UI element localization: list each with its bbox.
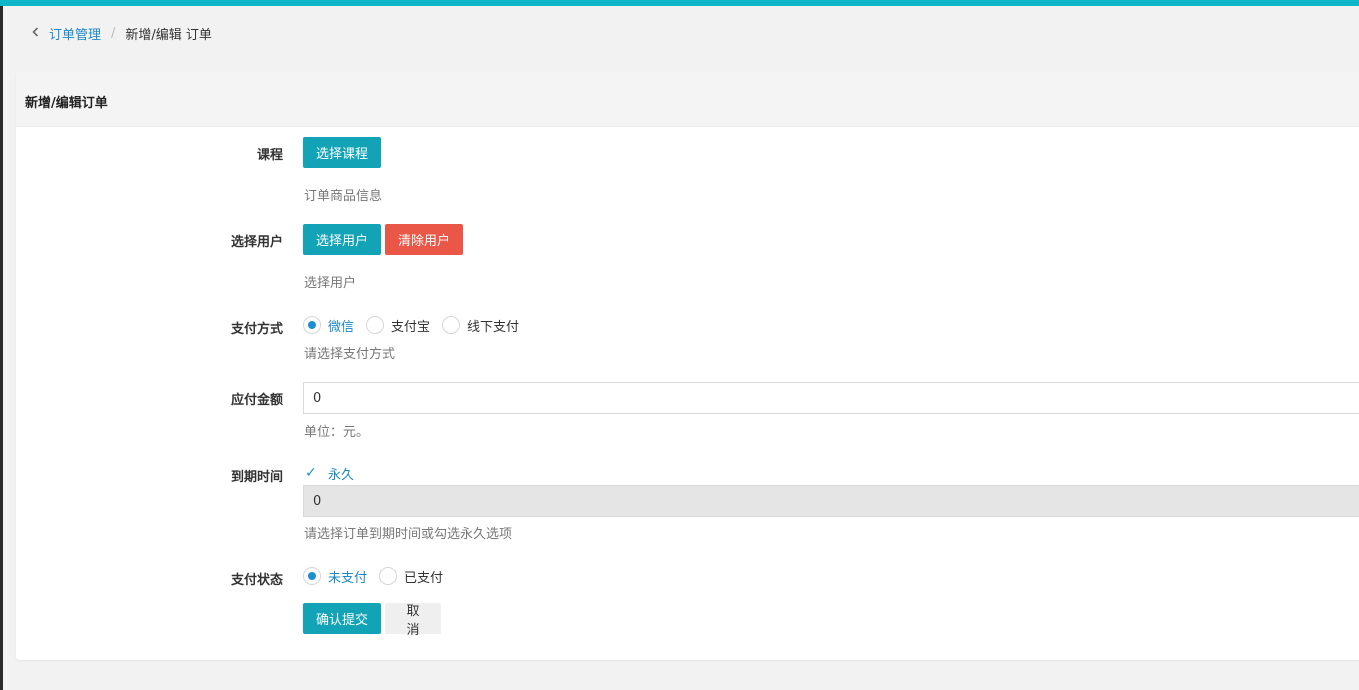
top-accent-bar [0, 0, 1359, 6]
breadcrumb-parent-link[interactable]: 订单管理 [49, 24, 101, 43]
payment-status-radio-group: 未支付 已支付 [303, 566, 455, 586]
order-form-card: 新增/编辑订单 课程 选择课程 订单商品信息 选择用户 选择用户 清除用户 选择… [16, 72, 1359, 660]
payment-method-offline-label: 线下支付 [467, 319, 520, 335]
payment-status-unpaid-label: 未支付 [328, 570, 368, 586]
amount-help: 单位：元。 [304, 425, 370, 440]
payment-method-offline-radio[interactable]: 线下支付 [442, 316, 527, 335]
expiry-input [303, 485, 1359, 517]
permanent-checkbox-label: 永久 [328, 467, 355, 483]
user-label: 选择用户 [230, 235, 283, 250]
clear-user-button[interactable]: 清除用户 [385, 224, 464, 255]
permanent-checkbox[interactable]: ✓ 永久 [305, 463, 354, 483]
payment-status-paid-radio[interactable]: 已支付 [379, 567, 451, 586]
expiry-help: 请选择订单到期时间或勾选永久选项 [304, 527, 513, 542]
user-help: 选择用户 [304, 276, 357, 291]
chevron-left-icon[interactable] [32, 26, 40, 41]
payment-status-label: 支付状态 [230, 573, 283, 588]
radio-unchecked-icon [442, 316, 461, 334]
payment-method-wechat-radio[interactable]: 微信 [303, 316, 362, 335]
payment-method-alipay-radio[interactable]: 支付宝 [366, 316, 438, 335]
payment-method-alipay-label: 支付宝 [391, 319, 431, 335]
payment-method-help: 请选择支付方式 [304, 347, 396, 362]
radio-unchecked-icon [379, 567, 398, 585]
expiry-label: 到期时间 [230, 470, 283, 485]
payment-method-label: 支付方式 [230, 322, 283, 337]
amount-label: 应付金额 [230, 393, 283, 408]
course-label: 课程 [256, 148, 283, 163]
cancel-button[interactable]: 取 消 [385, 603, 441, 638]
checkmark-icon: ✓ [305, 465, 317, 481]
payment-status-paid-label: 已支付 [404, 570, 444, 586]
payment-status-unpaid-radio[interactable]: 未支付 [303, 567, 375, 586]
breadcrumb-current: 新增/编辑 订单 [125, 27, 212, 43]
payment-method-wechat-label: 微信 [328, 319, 355, 335]
radio-checked-icon [303, 567, 321, 585]
radio-checked-icon [303, 316, 321, 334]
course-help: 订单商品信息 [304, 189, 383, 204]
submit-button[interactable]: 确认提交 [303, 603, 382, 634]
breadcrumb-separator: / [111, 25, 116, 41]
page-title: 新增/编辑订单 [25, 96, 108, 111]
breadcrumb: 订单管理 / 新增/编辑 订单 [32, 24, 212, 43]
amount-input[interactable] [303, 382, 1359, 414]
card-header: 新增/编辑订单 [16, 72, 1359, 127]
select-course-button[interactable]: 选择课程 [303, 137, 382, 168]
sidebar-edge [0, 6, 3, 690]
radio-unchecked-icon [366, 316, 385, 334]
select-user-button[interactable]: 选择用户 [303, 224, 382, 255]
payment-method-radio-group: 微信 支付宝 线下支付 [303, 315, 531, 335]
